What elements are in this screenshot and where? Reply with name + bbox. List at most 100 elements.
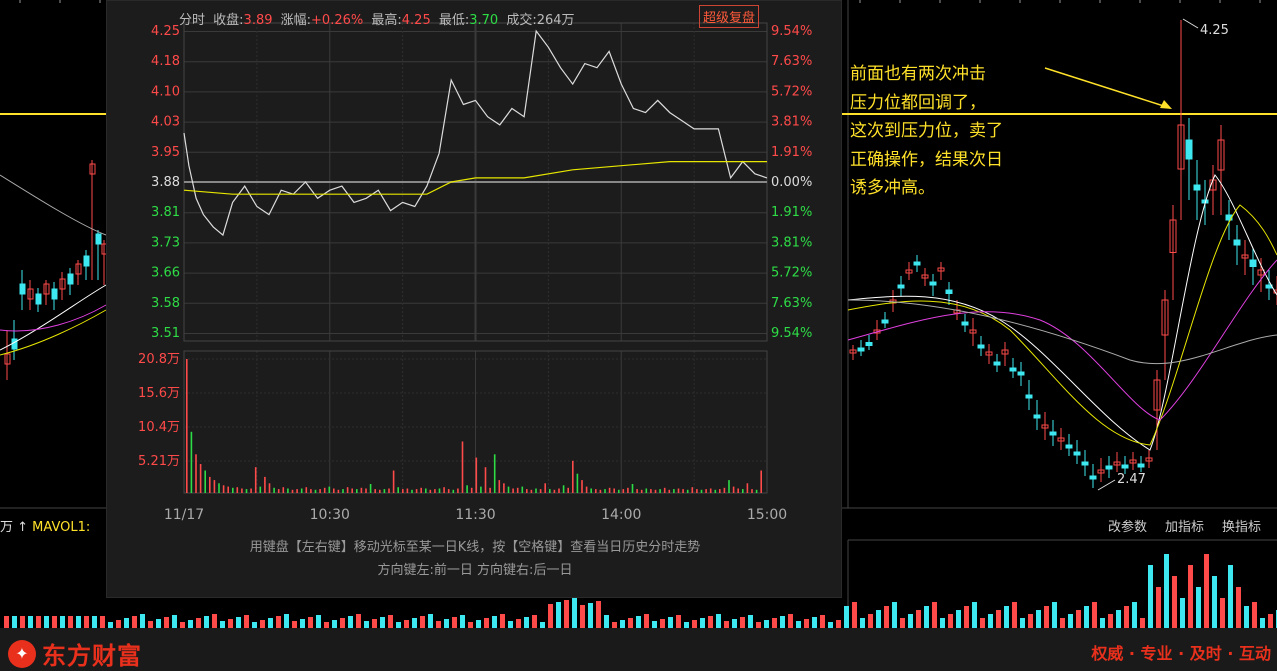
annotation-arrow [1044, 67, 1171, 109]
volume-bar [567, 487, 569, 493]
price-tick-label: 3.95 [151, 145, 180, 160]
ma60-line [847, 299, 1277, 365]
volume-bar [696, 489, 698, 493]
volume-bar-bg [228, 619, 233, 628]
volume-bar-bg [1212, 576, 1217, 628]
volume-bar-bg [1196, 587, 1201, 628]
volume-bar-bg [548, 604, 553, 628]
volume-bar [250, 488, 252, 493]
volume-bar [663, 487, 666, 493]
kline-candle [1193, 184, 1201, 191]
volume-bar-bg [1036, 610, 1041, 628]
volume-bar-bg [1188, 565, 1193, 628]
volume-bar [622, 489, 625, 493]
volume-bar-bg [740, 617, 745, 628]
volume-bar [461, 441, 464, 493]
volume-bar [204, 470, 206, 493]
volume-bar-bg [236, 617, 241, 628]
volume-bar [654, 489, 657, 493]
super-review-button[interactable]: 超级复盘 [699, 5, 760, 28]
volume-bar-bg [1092, 602, 1097, 628]
volume-bar-bg [20, 616, 25, 628]
volume-bar-bg [188, 620, 193, 628]
intraday-chart[interactable]: 4.25 4.18 4.10 4.03 3.95 3.88 3.81 3.73 3.66 3.58… [107, 1, 843, 599]
volume-bar-bg [1116, 610, 1121, 628]
volume-bar-bg [1228, 565, 1233, 628]
volume-bar [539, 489, 542, 493]
volume-bar-bg [532, 615, 537, 628]
time-tick-label: 11/17 [164, 507, 204, 523]
volume-bar-bg [692, 620, 697, 628]
volume-bar [659, 489, 661, 493]
volume-bar [516, 487, 519, 493]
volume-bar [314, 489, 317, 493]
volume-bar-bg [484, 618, 489, 628]
quote-header: 分时 收盘:3.89 涨幅:+0.26% 最高:4.25 最低:3.70 成交:… [179, 9, 579, 28]
volume-bar [406, 488, 409, 493]
volume-bar-bg [876, 610, 881, 628]
annotation-line: 这次到压力位，卖了 [850, 121, 1003, 141]
pct-tick-label: 0.00% [771, 175, 812, 190]
volume-bar [287, 488, 289, 493]
volume-bar [323, 487, 326, 493]
kline-candle [929, 281, 937, 286]
volume-bar-bg [892, 602, 897, 628]
volume-bar [342, 489, 344, 493]
volume-bar [535, 488, 537, 493]
edit-params-button[interactable]: 改参数 [1108, 516, 1147, 535]
chart-grid [183, 22, 768, 494]
volume-bar-bg [1124, 606, 1129, 628]
volume-bar [719, 489, 721, 493]
volume-bar [402, 489, 404, 493]
mode-label: 分时 [179, 13, 206, 28]
volume-bar-bg [364, 621, 369, 628]
pct-tick-label: 1.91% [771, 145, 812, 160]
volume-bar-bg [900, 618, 905, 628]
volume-bar [604, 489, 606, 493]
volume-bar [470, 487, 473, 493]
volume-bar [186, 359, 188, 493]
volume-bar [379, 489, 381, 493]
volume-bar [452, 489, 455, 493]
high-label-pointer [1182, 18, 1199, 29]
kline-candle [1249, 259, 1257, 267]
volume-bar-bg [860, 618, 865, 628]
volume-bar [241, 488, 243, 493]
volume-bar [397, 487, 399, 493]
volume-bar-bg [1100, 618, 1105, 628]
brand-icon: ✦ [8, 639, 36, 668]
volume-bar [254, 467, 257, 493]
volume-bar [723, 487, 726, 493]
volume-bar-bg [452, 617, 457, 628]
volume-bar [388, 488, 390, 493]
volume-bar [618, 489, 620, 493]
volume-bar [199, 464, 202, 493]
swap-indicator-button[interactable]: 换指标 [1222, 516, 1261, 535]
volume-bar [365, 488, 367, 493]
volume-bar [673, 489, 675, 493]
volume-bar [489, 487, 491, 493]
kline-candle [1009, 367, 1017, 372]
volume-bar [549, 489, 551, 493]
volume-bar [190, 431, 193, 493]
volume-bar-bg [1164, 554, 1169, 628]
change-value: +0.26% [311, 13, 364, 28]
volume-bar-bg [660, 619, 665, 628]
volume-bar-bg [116, 620, 121, 628]
kline-candle [95, 233, 102, 245]
high-value: 4.25 [401, 13, 431, 28]
volume-bar-bg [1148, 565, 1153, 628]
volume-bar-bg [788, 614, 793, 628]
add-indicator-button[interactable]: 加指标 [1165, 516, 1204, 535]
volume-bar-bg [1084, 606, 1089, 628]
volume-bar-bg [524, 617, 529, 628]
volume-bar [526, 489, 528, 493]
volume-bar [746, 483, 749, 493]
volume-bar-bg [4, 616, 9, 628]
mavol-name: MAVOL1: [32, 520, 91, 535]
volume-bar [581, 480, 583, 493]
volume-bar-bg [52, 616, 57, 628]
mavol-label: 万 ↑ MAVOL1: [0, 516, 90, 535]
volume-bar-bg [348, 616, 353, 628]
volume-bar [273, 487, 275, 493]
